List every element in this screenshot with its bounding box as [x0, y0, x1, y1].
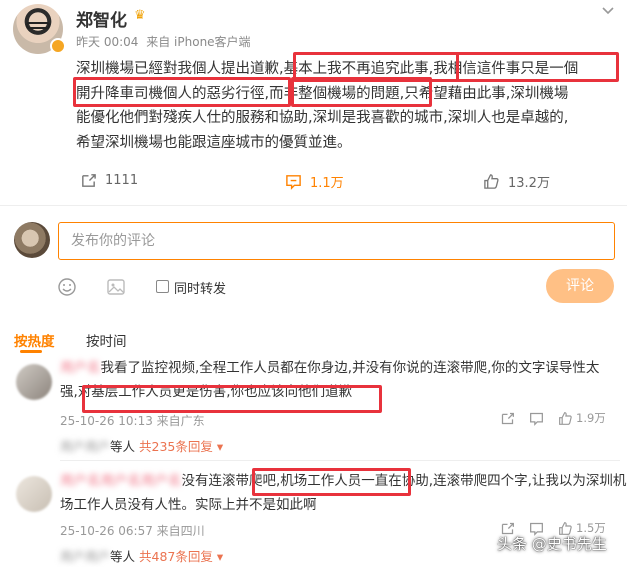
comment-input[interactable]: 发布你的评论: [58, 222, 615, 260]
comment-text-segment: 我看了监控视频,全程工作人员都在你身边,并没有你说的连滚带爬,你的文字误导性太: [100, 360, 600, 376]
thumbs-up-icon: [559, 411, 572, 425]
repost-checkbox-label[interactable]: 同时转发: [174, 278, 226, 297]
comment-text-segment: 机场工作人员一直在协助,: [280, 473, 434, 489]
reply-count[interactable]: 共235条回复: [139, 439, 213, 454]
post-text-segment: 只希望藉由此事,深圳機場: [404, 85, 569, 102]
comment-text-segment: 对基层工作人员更是伤害,你也应该向他们道歉: [77, 384, 353, 400]
verified-badge-icon: [50, 38, 66, 54]
reply-prefix: 等人: [110, 439, 136, 454]
commenter-name[interactable]: 用户名用户名用户名: [60, 473, 182, 489]
watermark: 头条 @史书先生: [497, 535, 607, 553]
reply-user-blur: 用户用户: [60, 549, 111, 564]
divider: [0, 205, 627, 206]
comment-meta: 25-10-26 10:13 来自广东: [60, 414, 205, 428]
post-text-segment: 我相信這件事只是一個: [433, 61, 579, 77]
comment-like-button[interactable]: 1.9万: [558, 410, 606, 426]
reply-count[interactable]: 共487条回复: [139, 549, 213, 564]
post-meta: 昨天 00:04 来自 iPhone客户端: [76, 33, 251, 50]
post-text-segment: 能優化他們對殘疾人仕的服務和協助,深圳是我喜歡的城市,深圳人也是卓越的,: [76, 110, 569, 126]
comment-icon: [286, 175, 301, 190]
comment-text-segment: 连滚带爬四个字,让我以为深圳机: [433, 473, 627, 489]
my-avatar: [14, 222, 50, 258]
chevron-down-icon[interactable]: [601, 4, 615, 20]
comment-count: 1.1万: [310, 176, 344, 191]
comment-text-segment: 强,: [60, 384, 78, 400]
comment-text: 用户名我看了监控视频,全程工作人员都在你身边,并没有你说的连滚带爬,你的文字误导…: [60, 356, 620, 404]
reply-summary[interactable]: 用户用户等人 共235条回复 ▾: [60, 436, 223, 455]
comment-text-segment: 没有连滚带爬吧,: [181, 473, 281, 489]
divider: [60, 460, 620, 461]
repost-icon[interactable]: [500, 411, 515, 426]
emoji-icon[interactable]: [57, 277, 77, 297]
submit-comment-button[interactable]: 评论: [546, 269, 614, 303]
caret-down-icon: ▾: [216, 549, 224, 564]
post-source: 来自 iPhone客户端: [146, 35, 251, 49]
comment-icon[interactable]: [529, 411, 544, 426]
post-text-segment: 基本上我不再追究此事,: [283, 61, 434, 77]
tab-hot[interactable]: 按热度: [14, 330, 55, 350]
comment-button[interactable]: 1.1万: [285, 172, 344, 191]
repost-icon: [82, 174, 96, 187]
repost-count: 1111: [105, 173, 139, 188]
post-text: 深圳機場已經對我個人提出道歉,基本上我不再追究此事,我相信這件事只是一個 開升降…: [76, 57, 616, 155]
comment-actions: 1.9万: [500, 410, 606, 426]
post-text-segment: 開升降車司機個人的惡劣行徑,: [76, 85, 270, 102]
reply-summary[interactable]: 用户用户等人 共487条回复 ▾: [60, 546, 223, 565]
post-text-segment: 希望深圳機場也能跟這座城市的優質並進。: [76, 134, 352, 151]
tab-time[interactable]: 按时间: [86, 330, 127, 350]
like-button[interactable]: 13.2万: [483, 172, 550, 191]
post-time[interactable]: 昨天 00:04: [76, 35, 138, 49]
author-name[interactable]: 郑智化: [76, 6, 127, 31]
comment-like-count: 1.9万: [576, 411, 606, 425]
commenter-avatar[interactable]: [16, 476, 52, 512]
post-text-segment: 而非整個機場的問題,: [269, 85, 405, 102]
comment-text: 用户名用户名用户名没有连滚带爬吧,机场工作人员一直在协助,连滚带爬四个字,让我以…: [60, 469, 626, 517]
thumbs-up-icon: [484, 174, 499, 189]
comment-meta: 25-10-26 06:57 来自四川: [60, 524, 205, 538]
active-tab-indicator: [20, 350, 42, 353]
commenter-name[interactable]: 用户名: [60, 360, 101, 376]
like-count: 13.2万: [508, 176, 550, 191]
commenter-avatar[interactable]: [16, 364, 52, 400]
repost-button[interactable]: 1111: [80, 172, 138, 189]
comment-text-segment: 场工作人员没有人性。实际上并不是如此啊: [60, 497, 317, 513]
caret-down-icon: ▾: [216, 439, 224, 454]
image-icon[interactable]: [106, 277, 126, 297]
post-text-segment: 深圳機場已經對我個人提出道歉,: [76, 61, 284, 77]
repost-checkbox[interactable]: [156, 280, 169, 293]
reply-prefix: 等人: [110, 549, 136, 564]
reply-user-blur: 用户用户: [60, 439, 111, 454]
member-crown-icon: ♛: [134, 8, 146, 23]
